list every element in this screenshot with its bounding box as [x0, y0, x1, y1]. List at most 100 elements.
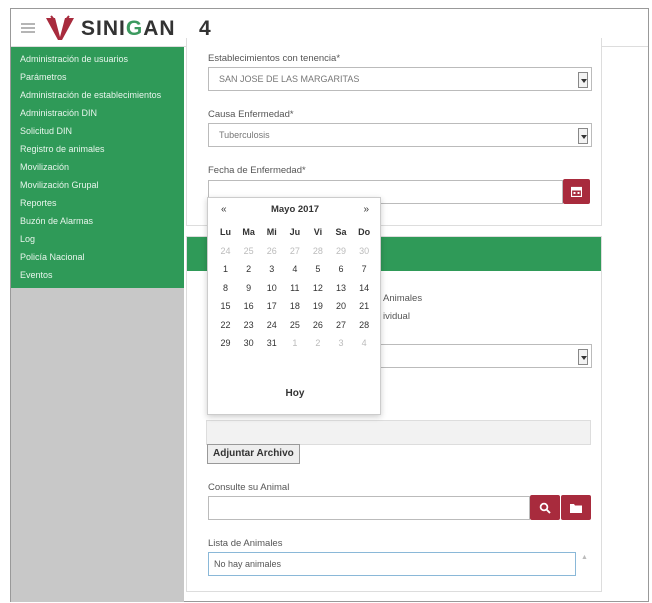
sidebar: Administración de usuarios Parámetros Ad…: [11, 47, 184, 602]
day-cell[interactable]: 5: [306, 260, 329, 279]
datepicker-week: 24 25 26 27 28 29 30: [214, 242, 376, 261]
causa-label: Causa Enfermedad*: [208, 109, 294, 120]
datepicker-month-title[interactable]: Mayo 2017: [258, 204, 332, 215]
day-cell[interactable]: 13: [329, 279, 352, 298]
consulte-label: Consulte su Animal: [208, 482, 290, 493]
causa-select[interactable]: Tuberculosis: [208, 123, 592, 147]
day-cell[interactable]: 10: [260, 279, 283, 298]
day-cell[interactable]: 8: [214, 279, 237, 298]
datepicker-week: 29 30 31 1 2 3 4: [214, 334, 376, 353]
day-cell[interactable]: 19: [306, 297, 329, 316]
day-cell[interactable]: 16: [237, 297, 260, 316]
datepicker-header: « Mayo 2017 »: [208, 204, 382, 218]
day-cell[interactable]: 4: [353, 334, 376, 353]
sidebar-item-establecimientos[interactable]: Administración de establecimientos: [11, 86, 184, 104]
chevron-down-icon: [578, 72, 588, 88]
day-cell[interactable]: 22: [214, 316, 237, 335]
day-cell[interactable]: 27: [283, 242, 306, 261]
sidebar-item-log[interactable]: Log: [11, 230, 184, 248]
day-cell[interactable]: 1: [283, 334, 306, 353]
day-cell[interactable]: 30: [353, 242, 376, 261]
weekday-label: Vi: [313, 227, 323, 237]
day-cell[interactable]: 30: [237, 334, 260, 353]
weekday-label: Ma: [242, 227, 255, 237]
day-cell[interactable]: 31: [260, 334, 283, 353]
day-cell[interactable]: 14: [353, 279, 376, 298]
establecimiento-value: SAN JOSE DE LAS MARGARITAS: [219, 74, 360, 84]
day-cell[interactable]: 20: [329, 297, 352, 316]
day-cell[interactable]: 15: [214, 297, 237, 316]
weekday-label: Sa: [335, 227, 347, 237]
day-cell[interactable]: 29: [329, 242, 352, 261]
brand-name: SINIGAN: [81, 17, 176, 40]
attach-file-button[interactable]: Adjuntar Archivo: [207, 444, 300, 464]
calendar-icon: [571, 186, 582, 197]
day-cell[interactable]: 7: [353, 260, 376, 279]
weekday-label: Lu: [220, 227, 232, 237]
day-cell[interactable]: 28: [353, 316, 376, 335]
chevron-down-icon: [578, 349, 588, 365]
sidebar-item-parametros[interactable]: Parámetros: [11, 68, 184, 86]
day-cell[interactable]: 25: [237, 242, 260, 261]
day-cell[interactable]: 28: [306, 242, 329, 261]
sidebar-item-registro-animales[interactable]: Registro de animales: [11, 140, 184, 158]
weekday-label: Do: [358, 227, 371, 237]
sidebar-item-reportes[interactable]: Reportes: [11, 194, 184, 212]
logo-icon: [46, 15, 74, 40]
fecha-label: Fecha de Enfermedad*: [208, 165, 306, 176]
day-cell[interactable]: 27: [329, 316, 352, 335]
day-cell[interactable]: 26: [306, 316, 329, 335]
individual-option-text: ividual: [383, 311, 410, 322]
day-cell[interactable]: 25: [283, 316, 306, 335]
day-cell[interactable]: 2: [237, 260, 260, 279]
day-cell[interactable]: 11: [283, 279, 306, 298]
prev-month-button[interactable]: «: [221, 204, 227, 215]
sidebar-item-movilizacion[interactable]: Movilización: [11, 158, 184, 176]
day-cell[interactable]: 24: [214, 242, 237, 261]
datepicker-weekdays: Lu Ma Mi Ju Vi Sa Do: [214, 223, 376, 242]
day-cell[interactable]: 12: [306, 279, 329, 298]
sidebar-item-buzon-alarmas[interactable]: Buzón de Alarmas: [11, 212, 184, 230]
day-cell[interactable]: 17: [260, 297, 283, 316]
datepicker-week: 1234567: [214, 260, 376, 279]
day-cell[interactable]: 4: [283, 260, 306, 279]
day-cell[interactable]: 2: [306, 334, 329, 353]
sidebar-item-policia-nacional[interactable]: Policía Nacional: [11, 248, 184, 266]
lista-label: Lista de Animales: [208, 538, 283, 549]
folder-icon: [570, 504, 582, 513]
search-button[interactable]: [530, 495, 560, 520]
establecimiento-select[interactable]: SAN JOSE DE LAS MARGARITAS: [208, 67, 592, 91]
file-path-box: [206, 420, 591, 445]
day-cell[interactable]: 3: [329, 334, 352, 353]
sidebar-item-movilizacion-grupal[interactable]: Movilización Grupal: [11, 176, 184, 194]
day-cell[interactable]: 24: [260, 316, 283, 335]
day-cell[interactable]: 18: [283, 297, 306, 316]
animales-option-text: Animales: [383, 293, 423, 304]
day-cell[interactable]: 21: [353, 297, 376, 316]
sidebar-item-administracion-din[interactable]: Administración DIN: [11, 104, 184, 122]
consulte-input[interactable]: [208, 496, 530, 520]
search-icon: [539, 502, 551, 514]
hamburger-menu-icon[interactable]: [21, 23, 35, 33]
day-cell[interactable]: 23: [237, 316, 260, 335]
folder-button[interactable]: [561, 495, 591, 520]
day-cell[interactable]: 26: [260, 242, 283, 261]
datepicker-week: 22 23 24 25 26 27 28: [214, 316, 376, 335]
day-cell[interactable]: 1: [214, 260, 237, 279]
day-cell[interactable]: 9: [237, 279, 260, 298]
sidebar-item-usuarios[interactable]: Administración de usuarios: [11, 50, 184, 68]
datepicker-grid: Lu Ma Mi Ju Vi Sa Do 24 25 26 27 28 29 30 1 2 3 4 5 6 7 8 9 10 1…: [214, 223, 376, 353]
day-cell[interactable]: 3: [260, 260, 283, 279]
sidebar-item-solicitud-din[interactable]: Solicitud DIN: [11, 122, 184, 140]
datepicker-week: 15 16 17 18 19 20 21: [214, 297, 376, 316]
establecimiento-label: Establecimientos con tenencia*: [208, 53, 341, 64]
causa-value: Tuberculosis: [219, 130, 270, 140]
today-button[interactable]: Hoy: [208, 388, 382, 399]
next-month-button[interactable]: »: [363, 204, 369, 215]
datepicker-week: 8 9 10 11 12 13 14: [214, 279, 376, 298]
day-cell[interactable]: 6: [329, 260, 352, 279]
lista-animales-field[interactable]: No hay animales: [208, 552, 576, 576]
sidebar-item-eventos[interactable]: Eventos: [11, 266, 184, 284]
calendar-button[interactable]: [563, 179, 590, 204]
day-cell[interactable]: 29: [214, 334, 237, 353]
